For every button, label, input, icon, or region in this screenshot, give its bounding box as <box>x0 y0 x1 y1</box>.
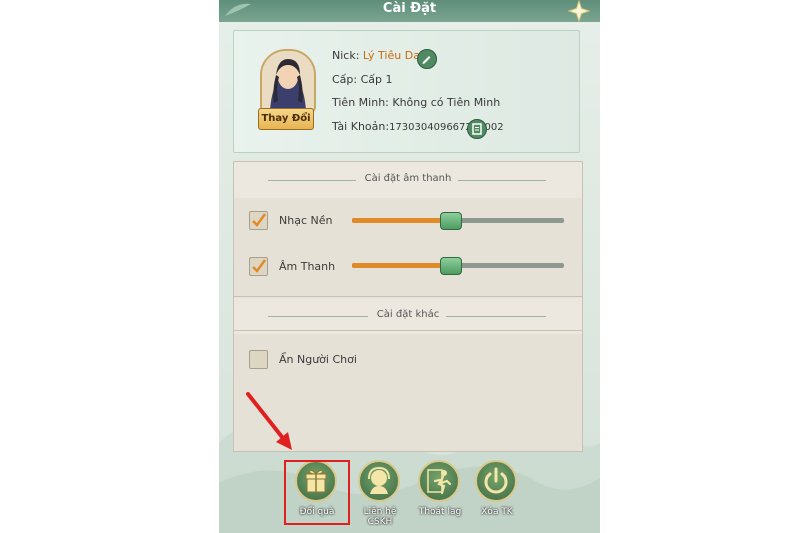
copy-account-button[interactable] <box>467 119 487 139</box>
window-title: Cài Đặt <box>382 1 437 16</box>
sound-section-title: Cài đặt âm thanh <box>364 173 452 184</box>
header-line-right <box>458 180 546 181</box>
contact-support-label: Liên hệ CSKH <box>363 507 397 527</box>
sound-section-header: Cài đặt âm thanh <box>234 162 582 198</box>
running-man-icon <box>427 469 452 495</box>
music-label: Nhạc Nền <box>279 214 333 227</box>
music-slider[interactable] <box>352 212 564 230</box>
nick-label: Nick: <box>332 49 360 62</box>
nick-row: Nick: Lý Tiêu Dao <box>332 49 427 62</box>
level-row: Cấp: Cấp 1 <box>332 73 393 86</box>
profile-card: Thay Đổi Nick: Lý Tiêu Dao Cấp: Cấp 1 Ti… <box>233 30 580 153</box>
section-divider <box>234 296 582 297</box>
copy-icon <box>472 123 482 135</box>
level-label: Cấp: <box>332 73 358 86</box>
button-circle <box>358 460 400 502</box>
sfx-label: Âm Thanh <box>279 260 336 273</box>
button-circle <box>418 460 460 502</box>
hide-players-label: Ẩn Người Chơi <box>279 353 357 366</box>
close-icon[interactable] <box>568 0 590 22</box>
delete-account-button[interactable]: Xóa TK <box>473 460 521 518</box>
fix-lag-label: Thoát lag <box>418 507 462 517</box>
checkmark-icon <box>252 213 267 227</box>
fix-lag-button[interactable]: Thoát lag <box>416 460 464 518</box>
sfx-slider-knob[interactable] <box>439 257 462 275</box>
header-line-right <box>446 316 546 317</box>
contact-support-button[interactable]: Liên hệ CSKH <box>356 460 404 527</box>
red-arrow-icon <box>246 392 292 450</box>
character-portrait-icon <box>262 51 314 111</box>
edit-nick-button[interactable] <box>417 49 437 69</box>
music-checkbox[interactable] <box>249 211 268 230</box>
other-section-header: Cài đặt khác <box>234 298 582 334</box>
other-section-title: Cài đặt khác <box>376 309 440 320</box>
highlight-box <box>284 460 350 525</box>
sfx-slider-fill <box>352 263 450 268</box>
pencil-icon <box>422 56 431 64</box>
music-slider-fill <box>352 218 450 223</box>
sfx-checkbox[interactable] <box>249 257 268 276</box>
sfx-slider[interactable] <box>352 257 564 275</box>
delete-account-label: Xóa TK <box>481 507 513 517</box>
guild-value: Không có Tiên Minh <box>392 96 501 109</box>
guild-label: Tiên Minh: <box>332 96 389 109</box>
music-slider-knob[interactable] <box>439 212 462 230</box>
change-avatar-button[interactable]: Thay Đổi <box>258 108 314 130</box>
guild-row: Tiên Minh: Không có Tiên Minh <box>332 96 500 109</box>
button-circle <box>475 460 517 502</box>
title-bar: Cài Đặt <box>219 0 600 22</box>
level-value: Cấp 1 <box>360 73 393 86</box>
avatar <box>260 49 316 113</box>
power-icon <box>484 467 508 494</box>
section-divider <box>234 330 582 331</box>
checkmark-icon <box>252 259 267 273</box>
account-label: Tài Khoản: <box>332 120 390 133</box>
avatar-frame: Thay Đổi <box>257 47 316 131</box>
hide-players-checkbox[interactable] <box>249 350 268 369</box>
support-icon <box>368 466 390 494</box>
